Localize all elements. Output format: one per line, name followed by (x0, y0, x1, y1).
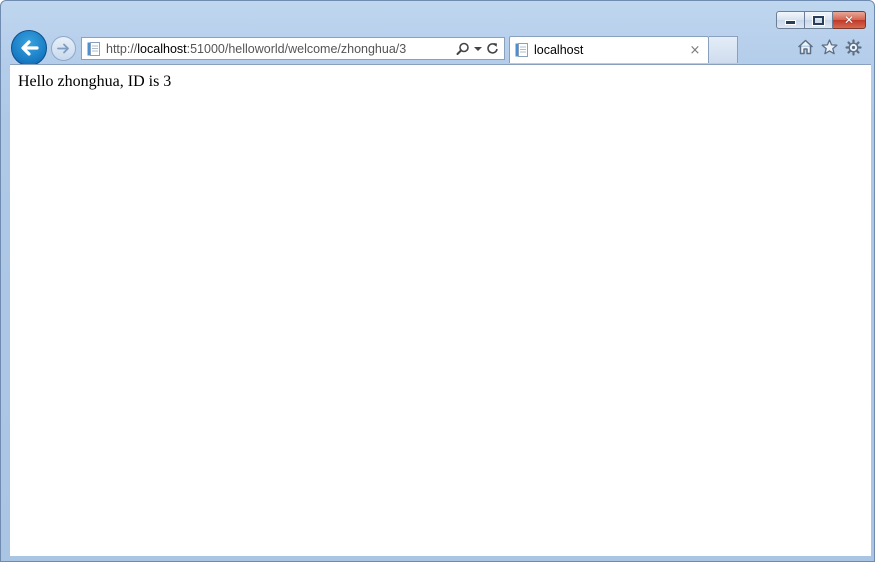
close-icon: ✕ (843, 13, 855, 27)
tab-label: localhost (534, 43, 584, 57)
restore-button[interactable] (805, 11, 833, 29)
url-host: localhost (137, 41, 187, 56)
page-content: Hello zhonghua, ID is 3 (10, 64, 871, 556)
address-url[interactable]: http://localhost:51000/helloworld/welcom… (106, 42, 456, 56)
minimize-button[interactable] (776, 11, 805, 29)
tab-page-icon (515, 43, 528, 57)
caption-buttons: ✕ (776, 11, 866, 29)
close-window-button[interactable]: ✕ (833, 11, 866, 29)
tab-localhost[interactable]: localhost × (509, 36, 709, 63)
forward-button[interactable] (51, 36, 76, 61)
gear-icon[interactable] (844, 38, 862, 56)
restore-icon (812, 14, 825, 26)
url-path: :51000/helloworld/welcome/zhonghua/3 (186, 41, 407, 56)
refresh-icon[interactable] (486, 42, 499, 55)
search-icon[interactable] (456, 42, 470, 56)
address-bar[interactable]: http://localhost:51000/helloworld/welcom… (81, 37, 505, 60)
tab-close-icon[interactable]: × (687, 43, 703, 58)
home-icon[interactable] (796, 38, 814, 56)
page-icon (87, 41, 100, 56)
arrow-right-icon (57, 43, 69, 54)
chevron-down-icon[interactable] (474, 46, 482, 52)
minimize-icon (785, 20, 796, 25)
browser-window: ✕ http://localhost:51000/helloworld/welc… (0, 0, 875, 562)
command-icons (796, 38, 862, 56)
url-scheme: http:// (106, 41, 138, 56)
back-button[interactable] (11, 30, 47, 66)
address-tools (456, 42, 504, 56)
star-icon[interactable] (820, 38, 838, 56)
arrow-left-icon (21, 40, 39, 56)
welcome-message: Hello zhonghua, ID is 3 (18, 73, 172, 90)
new-tab-button[interactable] (709, 36, 738, 63)
